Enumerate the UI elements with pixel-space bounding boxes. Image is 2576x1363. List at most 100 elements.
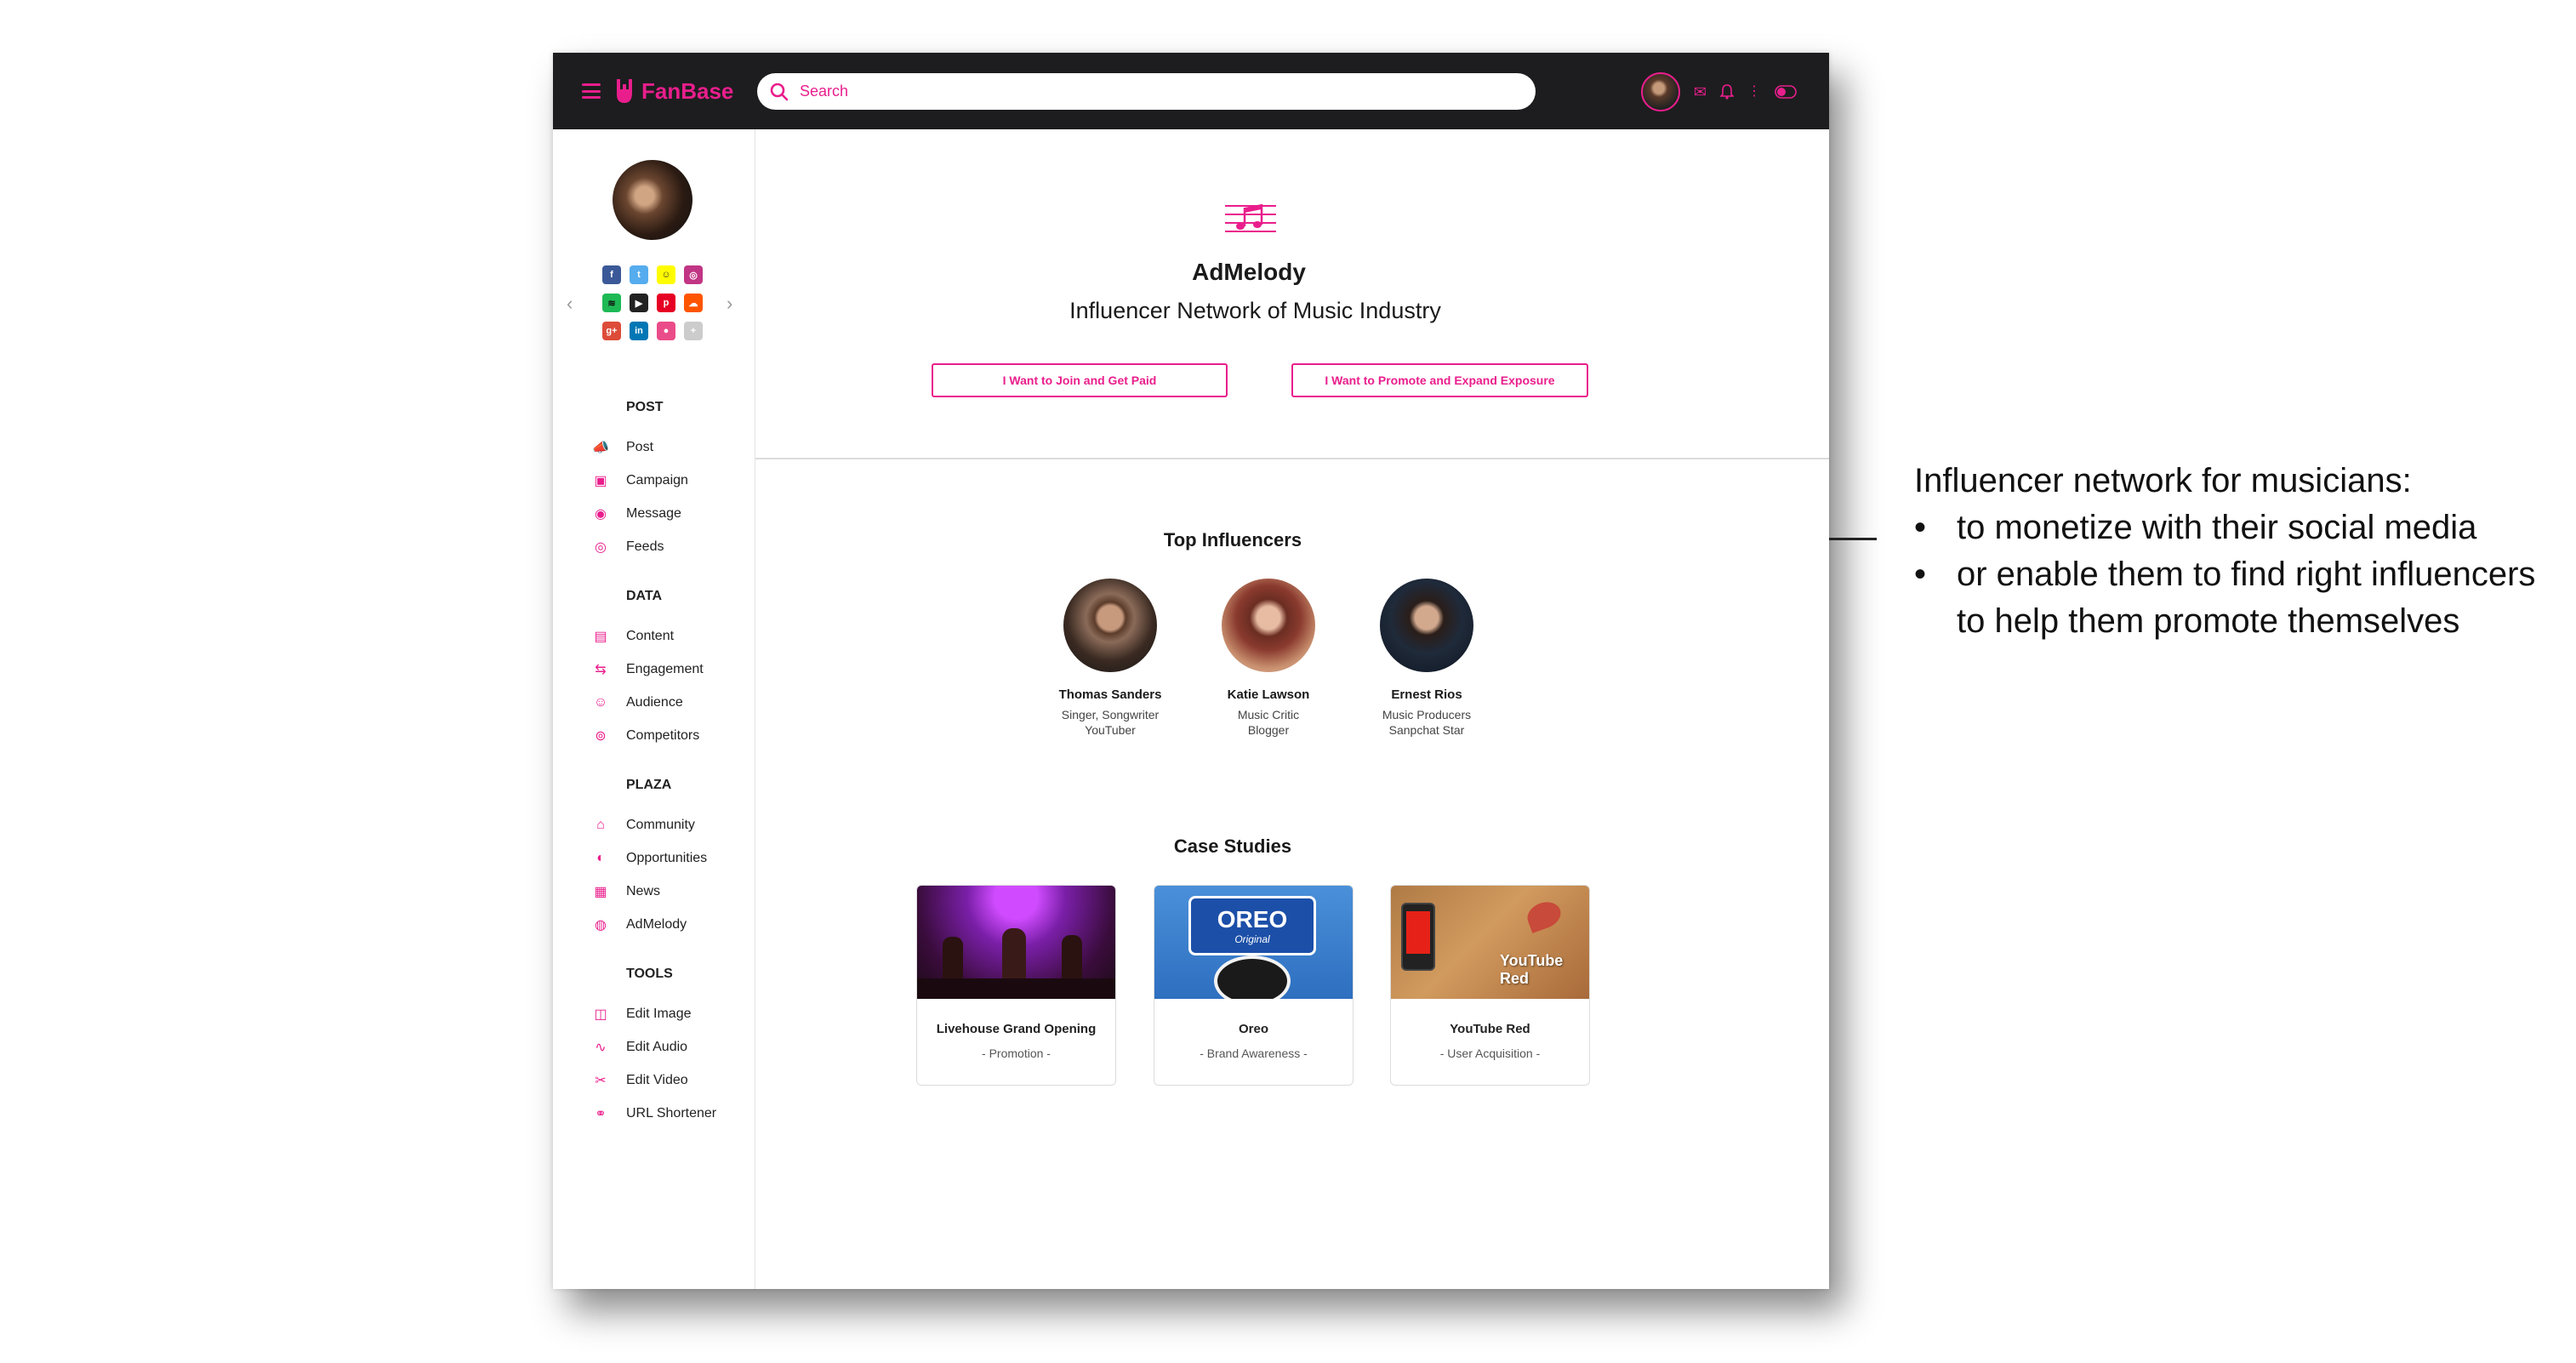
top-right-actions: ✉ ⋮: [1640, 72, 1797, 111]
sidebar-item-url-shortener[interactable]: ⚭ URL Shortener: [590, 1097, 752, 1130]
lightbulb-icon: ◐: [596, 850, 605, 865]
influencer-card[interactable]: Katie Lawson Music Critic Blogger: [1205, 579, 1332, 738]
image-icon: ◫: [594, 1007, 607, 1022]
home-icon: ⌂: [596, 817, 605, 832]
sidebar-item-campaign[interactable]: ▣ Campaign: [590, 464, 752, 497]
social-accounts: f t ☺ ◎ ≋ ▶ p ☁ g+ in ● +: [602, 265, 704, 340]
nav-heading: POST: [626, 400, 664, 414]
search-bar[interactable]: [757, 73, 1536, 110]
annotation: Influencer network for musicians: • to mo…: [1914, 458, 2535, 645]
case-study-card[interactable]: Livehouse Grand Opening - Promotion -: [916, 885, 1116, 1086]
sidebar-item-audience[interactable]: ☺ Audience: [590, 686, 752, 719]
sidebar-item-news[interactable]: ▦ News: [590, 875, 752, 908]
link-icon: ⚭: [595, 1106, 607, 1121]
more-vertical-icon[interactable]: ⋮: [1747, 85, 1761, 99]
influencer-name: Katie Lawson: [1227, 687, 1310, 702]
soundcloud-icon[interactable]: ☁: [684, 294, 703, 312]
nav-group-tools: TOOLS ◫ Edit Image ∿ Edit Audio ✂ Edit Vide…: [590, 967, 752, 1130]
music-notes-icon: [1225, 204, 1276, 232]
menu-icon[interactable]: [582, 83, 601, 99]
engagement-icon: ⇆: [595, 662, 607, 677]
search-input[interactable]: [800, 83, 1497, 100]
toggle-icon[interactable]: [1775, 85, 1797, 99]
pinterest-icon[interactable]: p: [657, 294, 675, 312]
sidebar-item-community[interactable]: ⌂ Community: [590, 808, 752, 841]
nav-heading: TOOLS: [626, 967, 673, 981]
sidebar-item-post[interactable]: 📣 Post: [590, 431, 752, 464]
nav-group-post: POST 📣 Post ▣ Campaign ◉ Message ◎ Feeds: [590, 400, 752, 563]
sidebar-item-opportunities[interactable]: ◐ Opportunities: [590, 841, 752, 875]
join-button[interactable]: I Want to Join and Get Paid: [932, 363, 1228, 397]
annotation-bullet-continued: to help them promote themselves: [1957, 602, 2460, 640]
nav-heading: DATA: [626, 589, 663, 603]
sidebar-item-edit-image[interactable]: ◫ Edit Image: [590, 997, 752, 1030]
user-avatar[interactable]: [1640, 72, 1680, 111]
case-subtitle: - Brand Awareness -: [1200, 1046, 1308, 1060]
logo[interactable]: FanBase: [614, 73, 733, 109]
sidebar-item-admelody[interactable]: ◍ AdMelody: [590, 908, 752, 941]
influencer-role: Sanpchat Star: [1388, 723, 1465, 737]
profile-avatar[interactable]: [613, 160, 692, 240]
nav-heading: PLAZA: [626, 778, 672, 792]
instagram-icon[interactable]: ◎: [684, 265, 703, 284]
influencer-photo: [1380, 579, 1473, 672]
snapchat-icon[interactable]: ☺: [657, 265, 675, 284]
sidebar-item-content[interactable]: ▤ Content: [590, 619, 752, 653]
influencer-role: YouTuber: [1085, 723, 1136, 737]
app-name: FanBase: [641, 77, 734, 104]
bell-icon[interactable]: [1720, 84, 1734, 100]
dribbble-icon[interactable]: ●: [657, 322, 675, 340]
sidebar-item-feeds[interactable]: ◎ Feeds: [590, 530, 752, 563]
case-title: Livehouse Grand Opening: [936, 1022, 1097, 1036]
page-title: AdMelody: [1192, 259, 1306, 285]
sidebar-item-message[interactable]: ◉ Message: [590, 497, 752, 530]
top-bar: FanBase ✉ ⋮: [553, 53, 1829, 129]
youtube-icon[interactable]: ▶: [630, 294, 648, 312]
target-icon: ⊚: [595, 728, 607, 744]
add-account-icon[interactable]: +: [684, 322, 703, 340]
case-studies-title: Case Studies: [1173, 835, 1292, 857]
google-plus-icon[interactable]: g+: [602, 322, 621, 340]
case-title: YouTube Red: [1450, 1022, 1530, 1036]
scissors-icon: ✂: [595, 1073, 607, 1088]
sidebar-item-engagement[interactable]: ⇆ Engagement: [590, 653, 752, 686]
facebook-icon[interactable]: f: [602, 265, 621, 284]
spotify-icon[interactable]: ≋: [602, 294, 621, 312]
sidebar-item-competitors[interactable]: ⊚ Competitors: [590, 719, 752, 752]
annotation-heading: Influencer network for musicians:: [1914, 462, 2412, 499]
annotation-bullet: • to monetize with their social media: [1914, 509, 2477, 546]
broadcast-icon: ◍: [595, 917, 607, 932]
chat-icon: ◉: [595, 506, 607, 522]
influencer-photo: [1222, 579, 1315, 672]
case-image-oreo: OREO Original: [1154, 886, 1353, 999]
mail-icon[interactable]: ✉: [1694, 84, 1707, 100]
sidebar-item-edit-audio[interactable]: ∿ Edit Audio: [590, 1030, 752, 1064]
influencer-photo: [1063, 579, 1157, 672]
influencer-card[interactable]: Thomas Sanders Singer, Songwriter YouTub…: [1046, 579, 1174, 738]
chevron-right-icon[interactable]: ›: [727, 293, 732, 315]
case-image-concert: [917, 886, 1115, 999]
search-icon: [770, 83, 789, 100]
chevron-left-icon[interactable]: ‹: [567, 293, 573, 315]
nav-group-data: DATA ▤ Content ⇆ Engagement ☺ Audience ⊚ Com…: [590, 589, 752, 752]
case-subtitle: - Promotion -: [982, 1046, 1051, 1060]
annotation-bullet: • or enable them to find right influencer…: [1914, 556, 2536, 593]
page-subtitle: Influencer Network of Music Industry: [1069, 298, 1441, 323]
sidebar-item-edit-video[interactable]: ✂ Edit Video: [590, 1064, 752, 1097]
youtube-red-logo-text: YouTube Red: [1500, 952, 1564, 987]
audio-wave-icon: ∿: [595, 1040, 607, 1055]
calendar-icon: ▣: [594, 473, 607, 488]
case-study-card[interactable]: OREO Original Oreo - Brand Awareness -: [1154, 885, 1354, 1086]
sidebar-nav: POST 📣 Post ▣ Campaign ◉ Message ◎ Feeds DAT…: [590, 400, 752, 1155]
influencer-role: Music Producers: [1382, 708, 1472, 721]
case-title: Oreo: [1238, 1022, 1268, 1036]
case-study-card[interactable]: YouTube Red YouTube Red - User Acquisiti…: [1390, 885, 1590, 1086]
influencer-card[interactable]: Ernest Rios Music Producers Sanpchat Sta…: [1363, 579, 1490, 738]
promote-button[interactable]: I Want to Promote and Expand Exposure: [1291, 363, 1588, 397]
linkedin-icon[interactable]: in: [630, 322, 648, 340]
app-window: FanBase ✉ ⋮ ‹ › f t ☺ ◎ ≋ ▶ p: [553, 53, 1829, 1289]
rock-hand-icon: [617, 79, 632, 103]
oreo-sublabel: Original: [1234, 933, 1270, 945]
megaphone-icon: 📣: [592, 440, 609, 455]
twitter-icon[interactable]: t: [630, 265, 648, 284]
